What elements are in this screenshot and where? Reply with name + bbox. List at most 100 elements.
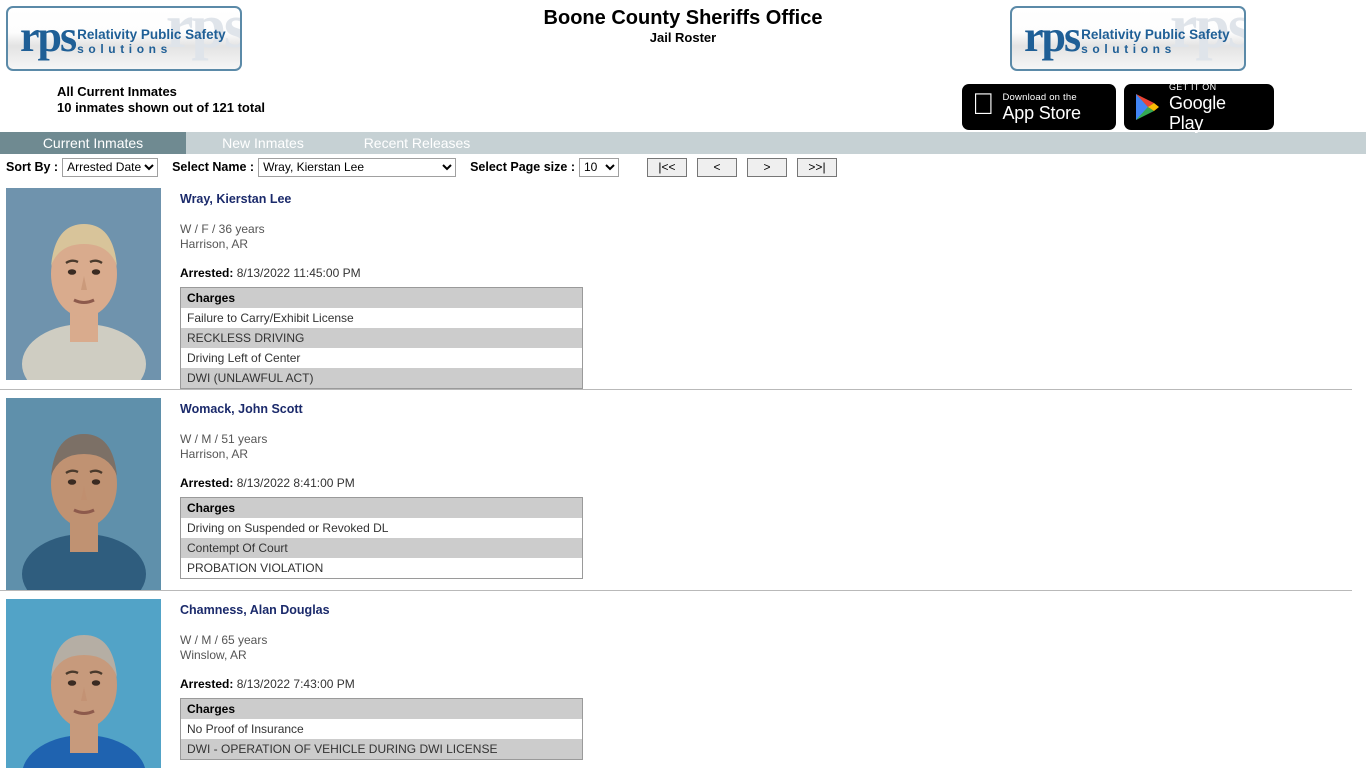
charge-row: Driving Left of Center [180,348,583,368]
arrested-datetime: 8/13/2022 7:43:00 PM [236,677,355,691]
app-store-badge-big: App Store [980,102,1081,123]
inmate-city: Harrison, AR [180,237,249,251]
charges-header-row: Charges [180,698,583,719]
page-size-label: Select Page size : [470,160,575,174]
arrested-datetime: 8/13/2022 8:41:00 PM [236,476,355,490]
charges-body: No Proof of Insurance DWI - OPERATION OF… [180,719,583,760]
rps-wordmark-2: rps [1024,11,1081,61]
rps-tagline-line2: solutions [77,42,172,56]
charges-column-header: Charges [180,497,583,518]
inmate-mugshot [6,188,161,380]
inmate-name-link[interactable]: Chamness, Alan Douglas [180,603,330,618]
charge-row: No Proof of Insurance [180,719,583,739]
roster-controls: Sort By : Arrested DateName Select Name … [0,154,1366,180]
tab-current-inmates[interactable]: Current Inmates [0,132,186,154]
charges-column-header: Charges [180,287,583,308]
charges-table: Charges No Proof of Insurance DWI - OPER… [180,698,583,760]
charge-row: Failure to Carry/Exhibit License [180,308,583,328]
charge-description: RECKLESS DRIVING [180,328,583,348]
charge-row: Driving on Suspended or Revoked DL [180,518,583,538]
inmate-demographics: W / M / 51 years Harrison, AR [180,432,583,462]
app-store-badges:  Download on the App Store GET IT ON Go… [962,81,1274,133]
inmate-demographics: W / M / 65 years Winslow, AR [180,633,583,663]
google-play-badge[interactable]: GET IT ON Google Play [1124,81,1274,133]
last-page-button[interactable]: >>| [797,157,837,177]
charge-description: Driving Left of Center [180,348,583,368]
charges-column-header: Charges [180,698,583,719]
charge-row: DWI - OPERATION OF VEHICLE DURING DWI LI… [180,739,583,760]
next-page-button[interactable]: > [747,157,787,177]
inmate-name-link[interactable]: Womack, John Scott [180,402,303,417]
arrested-datetime: 8/13/2022 11:45:00 PM [236,266,361,280]
charges-table: Charges Failure to Carry/Exhibit License… [180,287,583,389]
charges-body: Failure to Carry/Exhibit License RECKLES… [180,308,583,389]
rps-logo-left: rps rps Relativity Public Safety solutio… [6,6,242,71]
sort-by-label: Sort By : [6,160,59,174]
charge-description: Failure to Carry/Exhibit License [180,308,583,328]
pagination: |<< < > >>| [647,157,837,177]
rps-wordmark: rps [20,11,77,61]
mugshot-photo [6,599,161,768]
arrested-label: Arrested: [180,476,234,490]
inmate-details: Wray, Kierstan Lee W / F / 36 years Harr… [180,188,583,389]
charge-row: Contempt Of Court [180,538,583,558]
arrested-label: Arrested: [180,677,234,691]
inmate-arrested: Arrested: 8/13/2022 8:41:00 PM [180,476,583,491]
inmate-race-sex-age: W / F / 36 years [180,222,265,236]
mugshot-photo [6,398,161,590]
charge-description: Driving on Suspended or Revoked DL [180,518,583,538]
inmate-city: Winslow, AR [180,648,247,662]
inmate-city: Harrison, AR [180,447,249,461]
inmate-record: Wray, Kierstan Lee W / F / 36 years Harr… [0,180,1352,390]
rps-tagline-line1-2: Relativity Public Safety [1081,27,1230,42]
inmate-record: Womack, John Scott W / M / 51 years Harr… [0,390,1352,591]
inmate-mugshot [6,398,161,590]
page-size-select[interactable]: 102550 [579,157,619,177]
inmate-arrested: Arrested: 8/13/2022 7:43:00 PM [180,677,583,692]
tab-bar: Current Inmates New Inmates Recent Relea… [0,132,1366,154]
charges-header-row: Charges [180,287,583,308]
first-page-button[interactable]: |<< [647,157,687,177]
summary-count: 10 inmates shown out of 121 total [57,99,266,115]
google-play-badge-big: Google Play [1169,92,1226,133]
charge-description: DWI (UNLAWFUL ACT) [180,368,583,389]
inmate-details: Chamness, Alan Douglas W / M / 65 years … [180,599,583,768]
inmate-race-sex-age: W / M / 51 years [180,432,268,446]
rps-tagline-line1: Relativity Public Safety [77,27,226,42]
inmate-record: Chamness, Alan Douglas W / M / 65 years … [0,591,1352,768]
charge-row: DWI (UNLAWFUL ACT) [180,368,583,389]
apple-icon:  [972,90,995,120]
sort-by-select[interactable]: Arrested DateName [62,157,159,177]
tab-new-inmates[interactable]: New Inmates [186,132,340,154]
app-store-badge-small: Download on the [980,91,1077,103]
page-header: rps rps Relativity Public Safety solutio… [0,0,1366,133]
inmate-arrested: Arrested: 8/13/2022 11:45:00 PM [180,266,583,281]
inmate-details: Womack, John Scott W / M / 51 years Harr… [180,398,583,590]
rps-logo-right: rps rps Relativity Public Safety solutio… [1010,6,1246,71]
charge-description: Contempt Of Court [180,538,583,558]
mugshot-photo [6,188,161,380]
app-store-badge[interactable]:  Download on the App Store [962,84,1116,130]
inmate-race-sex-age: W / M / 65 years [180,633,268,647]
rps-tagline-line2-2: solutions [1081,42,1176,56]
inmate-name-link[interactable]: Wray, Kierstan Lee [180,192,291,207]
inmate-demographics: W / F / 36 years Harrison, AR [180,222,583,252]
inmate-roster: Wray, Kierstan Lee W / F / 36 years Harr… [0,180,1366,768]
charge-description: PROBATION VIOLATION [180,558,583,579]
charges-table: Charges Driving on Suspended or Revoked … [180,497,583,579]
charge-row: RECKLESS DRIVING [180,328,583,348]
arrested-label: Arrested: [180,266,234,280]
charge-row: PROBATION VIOLATION [180,558,583,579]
select-name-label: Select Name : [172,160,255,174]
charge-description: DWI - OPERATION OF VEHICLE DURING DWI LI… [180,739,583,760]
summary-all-current-inmates: All Current Inmates [57,84,177,99]
tab-recent-releases[interactable]: Recent Releases [340,132,494,154]
roster-summary: All Current Inmates 10 inmates shown out… [57,84,265,115]
select-name-select[interactable]: Wray, Kierstan LeeWomack, John ScottCham… [258,157,457,177]
charge-description: No Proof of Insurance [180,719,583,739]
charges-header-row: Charges [180,497,583,518]
previous-page-button[interactable]: < [697,157,737,177]
inmate-mugshot [6,599,161,768]
google-play-icon [1136,94,1159,120]
google-play-badge-small: GET IT ON [1169,81,1217,92]
